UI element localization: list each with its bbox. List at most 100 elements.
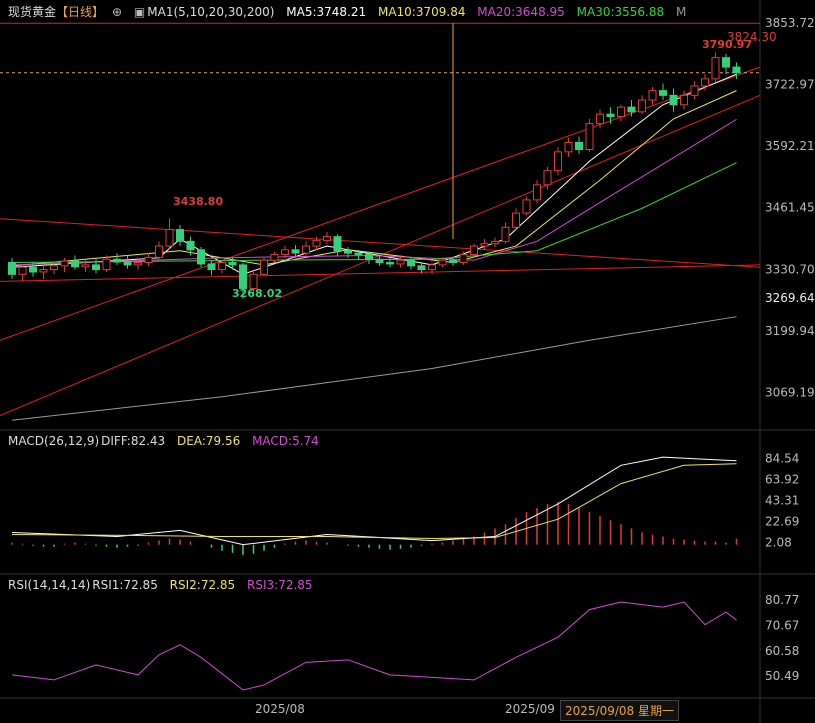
- candle-body: [123, 261, 132, 266]
- y-axis: 3853.72 3722.97 3592.21 3461.45 3330.70 3199.…: [727, 16, 815, 683]
- candle-body: [260, 259, 268, 275]
- candle-body: [291, 249, 300, 254]
- ma-line-ma10: [11, 90, 737, 267]
- candle-body: [648, 90, 657, 101]
- ma-line-ma30: [11, 162, 737, 264]
- candle-body: [207, 263, 216, 271]
- macd-tick: 63.92: [765, 473, 799, 487]
- candle-body: [239, 264, 247, 289]
- candle-body: [680, 94, 688, 106]
- candle-body: [50, 265, 58, 271]
- price-tick: 3853.72: [765, 16, 815, 30]
- candle-body: [470, 245, 478, 256]
- candle-body: [459, 254, 468, 264]
- candle-body: [722, 57, 730, 68]
- ma-line-ma200: [11, 316, 737, 421]
- ma-line-ma5: [11, 73, 737, 275]
- candle-body: [596, 113, 604, 125]
- candle-body: [92, 264, 100, 271]
- candle-body: [18, 266, 27, 275]
- candle-body: [312, 239, 321, 247]
- candle-body: [512, 212, 520, 228]
- trend-lines[interactable]: [0, 22, 761, 417]
- rsi-panel[interactable]: [11, 601, 737, 691]
- macd-panel[interactable]: [11, 456, 738, 555]
- rsi-tick: 70.67: [765, 618, 799, 632]
- candle-body: [323, 236, 331, 241]
- price-tick: 3330.70: [765, 262, 815, 276]
- candle-body: [407, 259, 415, 267]
- candle-body: [617, 106, 625, 118]
- candle-body: [701, 78, 709, 87]
- candle-body: [29, 266, 37, 273]
- rsi-tick: 60.58: [765, 644, 799, 658]
- candle-body: [711, 57, 720, 80]
- candle-body: [39, 269, 48, 273]
- price-tick: 3592.21: [765, 139, 815, 153]
- candles[interactable]: [8, 52, 741, 299]
- candle-body: [144, 256, 153, 264]
- candle-body: [438, 259, 447, 266]
- macd-diff-line: [11, 456, 737, 546]
- candle-body: [449, 259, 457, 264]
- ma-lines: [11, 73, 737, 421]
- candle-body: [533, 184, 541, 201]
- peak-annotation: 3790.97: [702, 38, 752, 51]
- candle-body: [228, 262, 237, 266]
- candle-body: [638, 99, 646, 113]
- price-chart[interactable]: 3853.72 3722.97 3592.21 3461.45 3330.70 3199.…: [0, 0, 815, 723]
- candle-body: [186, 240, 195, 251]
- candle-body: [554, 151, 562, 172]
- macd-tick: 22.69: [765, 515, 799, 529]
- candle-body: [585, 123, 594, 151]
- candle-body: [491, 240, 499, 245]
- candle-body: [417, 265, 426, 271]
- candle-body: [501, 226, 510, 242]
- candle-body: [375, 258, 384, 264]
- candle-body: [669, 94, 678, 106]
- candle-body: [564, 141, 573, 153]
- macd-dea-line: [11, 463, 737, 540]
- candle-body: [575, 141, 583, 151]
- candle-body: [270, 254, 279, 261]
- candle-body: [396, 259, 405, 265]
- low-annotation: 3268.02: [232, 287, 282, 300]
- date-aug: 2025/08: [255, 702, 305, 716]
- candle-body: [281, 249, 289, 256]
- date-sep: 2025/09: [505, 702, 555, 716]
- candle-body: [690, 85, 699, 96]
- candle-body: [197, 249, 205, 265]
- candle-body: [732, 66, 741, 74]
- macd-tick: 84.54: [765, 452, 799, 466]
- price-tick: 3199.94: [765, 324, 815, 338]
- candle-body: [428, 264, 436, 271]
- candle-body: [8, 262, 16, 275]
- rsi-line: [11, 601, 737, 691]
- candle-body: [344, 250, 352, 254]
- candle-body: [71, 260, 79, 268]
- candle-body: [155, 245, 163, 258]
- macd-tick: 43.31: [765, 494, 799, 508]
- candle-body: [302, 245, 310, 254]
- candle-body: [134, 262, 142, 266]
- macd-tick: 2.08: [765, 536, 792, 550]
- candle-body: [627, 106, 636, 113]
- high-annotation: 3438.80: [173, 195, 223, 208]
- rsi-tick: 50.49: [765, 669, 799, 683]
- candle-body: [543, 170, 552, 186]
- candle-body: [102, 258, 111, 271]
- candle-body: [218, 262, 226, 271]
- candle-body: [522, 199, 531, 214]
- candle-body: [176, 229, 184, 242]
- candle-body: [81, 264, 90, 268]
- candle-body: [480, 243, 489, 247]
- candle-body: [333, 236, 342, 252]
- price-tick: 3069.19: [765, 385, 815, 399]
- selected-date-badge: 2025/09/08 星期一: [560, 700, 679, 721]
- rsi-tick: 80.77: [765, 593, 799, 607]
- candle-body: [165, 229, 174, 247]
- price-tick: 3461.45: [765, 201, 815, 215]
- candle-body: [365, 254, 373, 260]
- candle-body: [60, 260, 69, 267]
- trend-line: [0, 264, 761, 282]
